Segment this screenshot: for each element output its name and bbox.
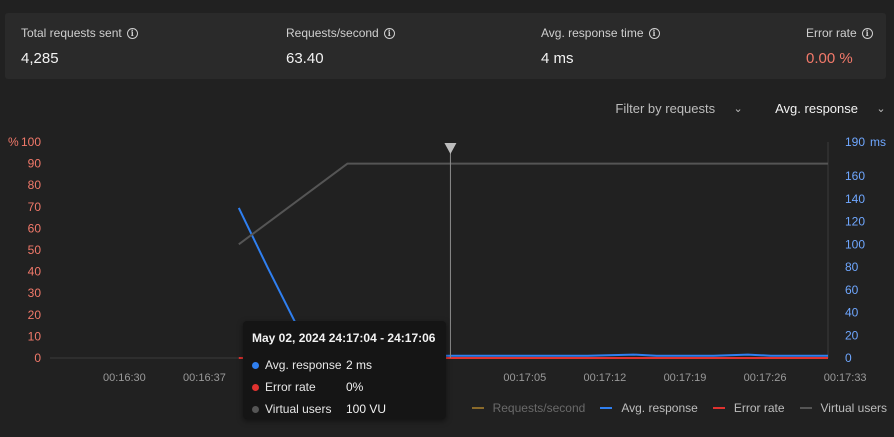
- x-axis-tick-label: 00:17:26: [744, 372, 787, 384]
- tooltip-row-virtual-users: Virtual users 100 VU: [252, 398, 446, 420]
- right-axis-tick-label: 60: [845, 283, 859, 297]
- right-axis-tick-label: 140: [845, 192, 865, 206]
- right-axis-tick-label: 40: [845, 306, 859, 320]
- legend-item-virtual-users[interactable]: Virtual users: [799, 401, 887, 415]
- series-dot-icon: [252, 405, 259, 413]
- x-axis-tick-label: 00:17:12: [583, 372, 626, 384]
- legend-swatch: [799, 407, 812, 409]
- left-axis-tick-label: 30: [28, 286, 42, 300]
- left-axis-tick-label: 60: [28, 221, 42, 235]
- tooltip-row-value: 100 VU: [346, 402, 387, 416]
- tooltip-row-name: Avg. response: [265, 358, 342, 372]
- left-axis-tick-label: 10: [28, 329, 42, 343]
- left-axis-tick-label: 50: [28, 243, 42, 257]
- legend-item-requests-second[interactable]: Requests/second: [471, 401, 586, 415]
- chart-legend: Requests/second Avg. response Error rate…: [471, 401, 887, 415]
- tooltip-row-value: 0%: [346, 380, 364, 394]
- right-axis-tick-label: 160: [845, 169, 865, 183]
- right-axis-tick-label: 100: [845, 237, 865, 251]
- x-axis-tick-label: 00:16:37: [183, 372, 226, 384]
- right-axis-tick-label: 20: [845, 328, 859, 342]
- legend-swatch: [600, 407, 613, 409]
- left-axis-tick-label: 70: [28, 200, 42, 214]
- chart-tooltip: May 02, 2024 24:17:04 - 24:17:06 Avg. re…: [243, 321, 446, 419]
- left-axis-unit: %: [8, 135, 19, 149]
- legend-label: Virtual users: [820, 401, 887, 415]
- x-axis-tick-label: 00:17:05: [503, 372, 546, 384]
- right-axis-unit: ms: [870, 135, 886, 149]
- tooltip-row-error-rate: Error rate 0%: [252, 376, 446, 398]
- legend-item-avg-response[interactable]: Avg. response: [600, 401, 698, 415]
- left-axis-tick-label: 20: [28, 308, 42, 322]
- legend-label: Requests/second: [492, 401, 586, 415]
- left-axis-tick-label: 40: [28, 265, 42, 279]
- x-axis-tick-label: 00:16:30: [103, 372, 146, 384]
- legend-item-error-rate[interactable]: Error rate: [712, 401, 785, 415]
- tooltip-row-name: Virtual users: [265, 402, 332, 416]
- legend-swatch: [471, 407, 484, 409]
- left-axis-tick-label: 80: [28, 178, 42, 192]
- right-axis-tick-label: 80: [845, 260, 859, 274]
- legend-swatch: [712, 407, 725, 409]
- legend-label: Error rate: [733, 401, 785, 415]
- tooltip-row-name: Error rate: [265, 380, 316, 394]
- series-dot-icon: [252, 361, 259, 369]
- cursor-marker-icon: [444, 143, 457, 154]
- left-axis-tick-label: 0: [34, 351, 41, 365]
- legend-label: Avg. response: [621, 401, 698, 415]
- right-axis-tick-label: 120: [845, 215, 865, 229]
- right-axis-tick-label: 0: [845, 351, 852, 365]
- right-axis-tick-label: 190: [845, 135, 865, 149]
- performance-chart[interactable]: 1009080706050403020100% 1901601401201008…: [0, 0, 894, 437]
- series-dot-icon: [252, 383, 259, 391]
- left-axis-tick-label: 90: [28, 157, 42, 171]
- tooltip-row-value: 2 ms: [346, 358, 373, 372]
- series-line-virtual-users: [238, 162, 828, 246]
- left-axis-tick-label: 100: [21, 135, 41, 149]
- tooltip-row-avg-response: Avg. response 2 ms: [252, 354, 446, 376]
- tooltip-title: May 02, 2024 24:17:04 - 24:17:06: [252, 331, 436, 345]
- x-axis-tick-label: 00:17:19: [664, 372, 707, 384]
- x-axis-tick-label: 00:17:33: [824, 372, 867, 384]
